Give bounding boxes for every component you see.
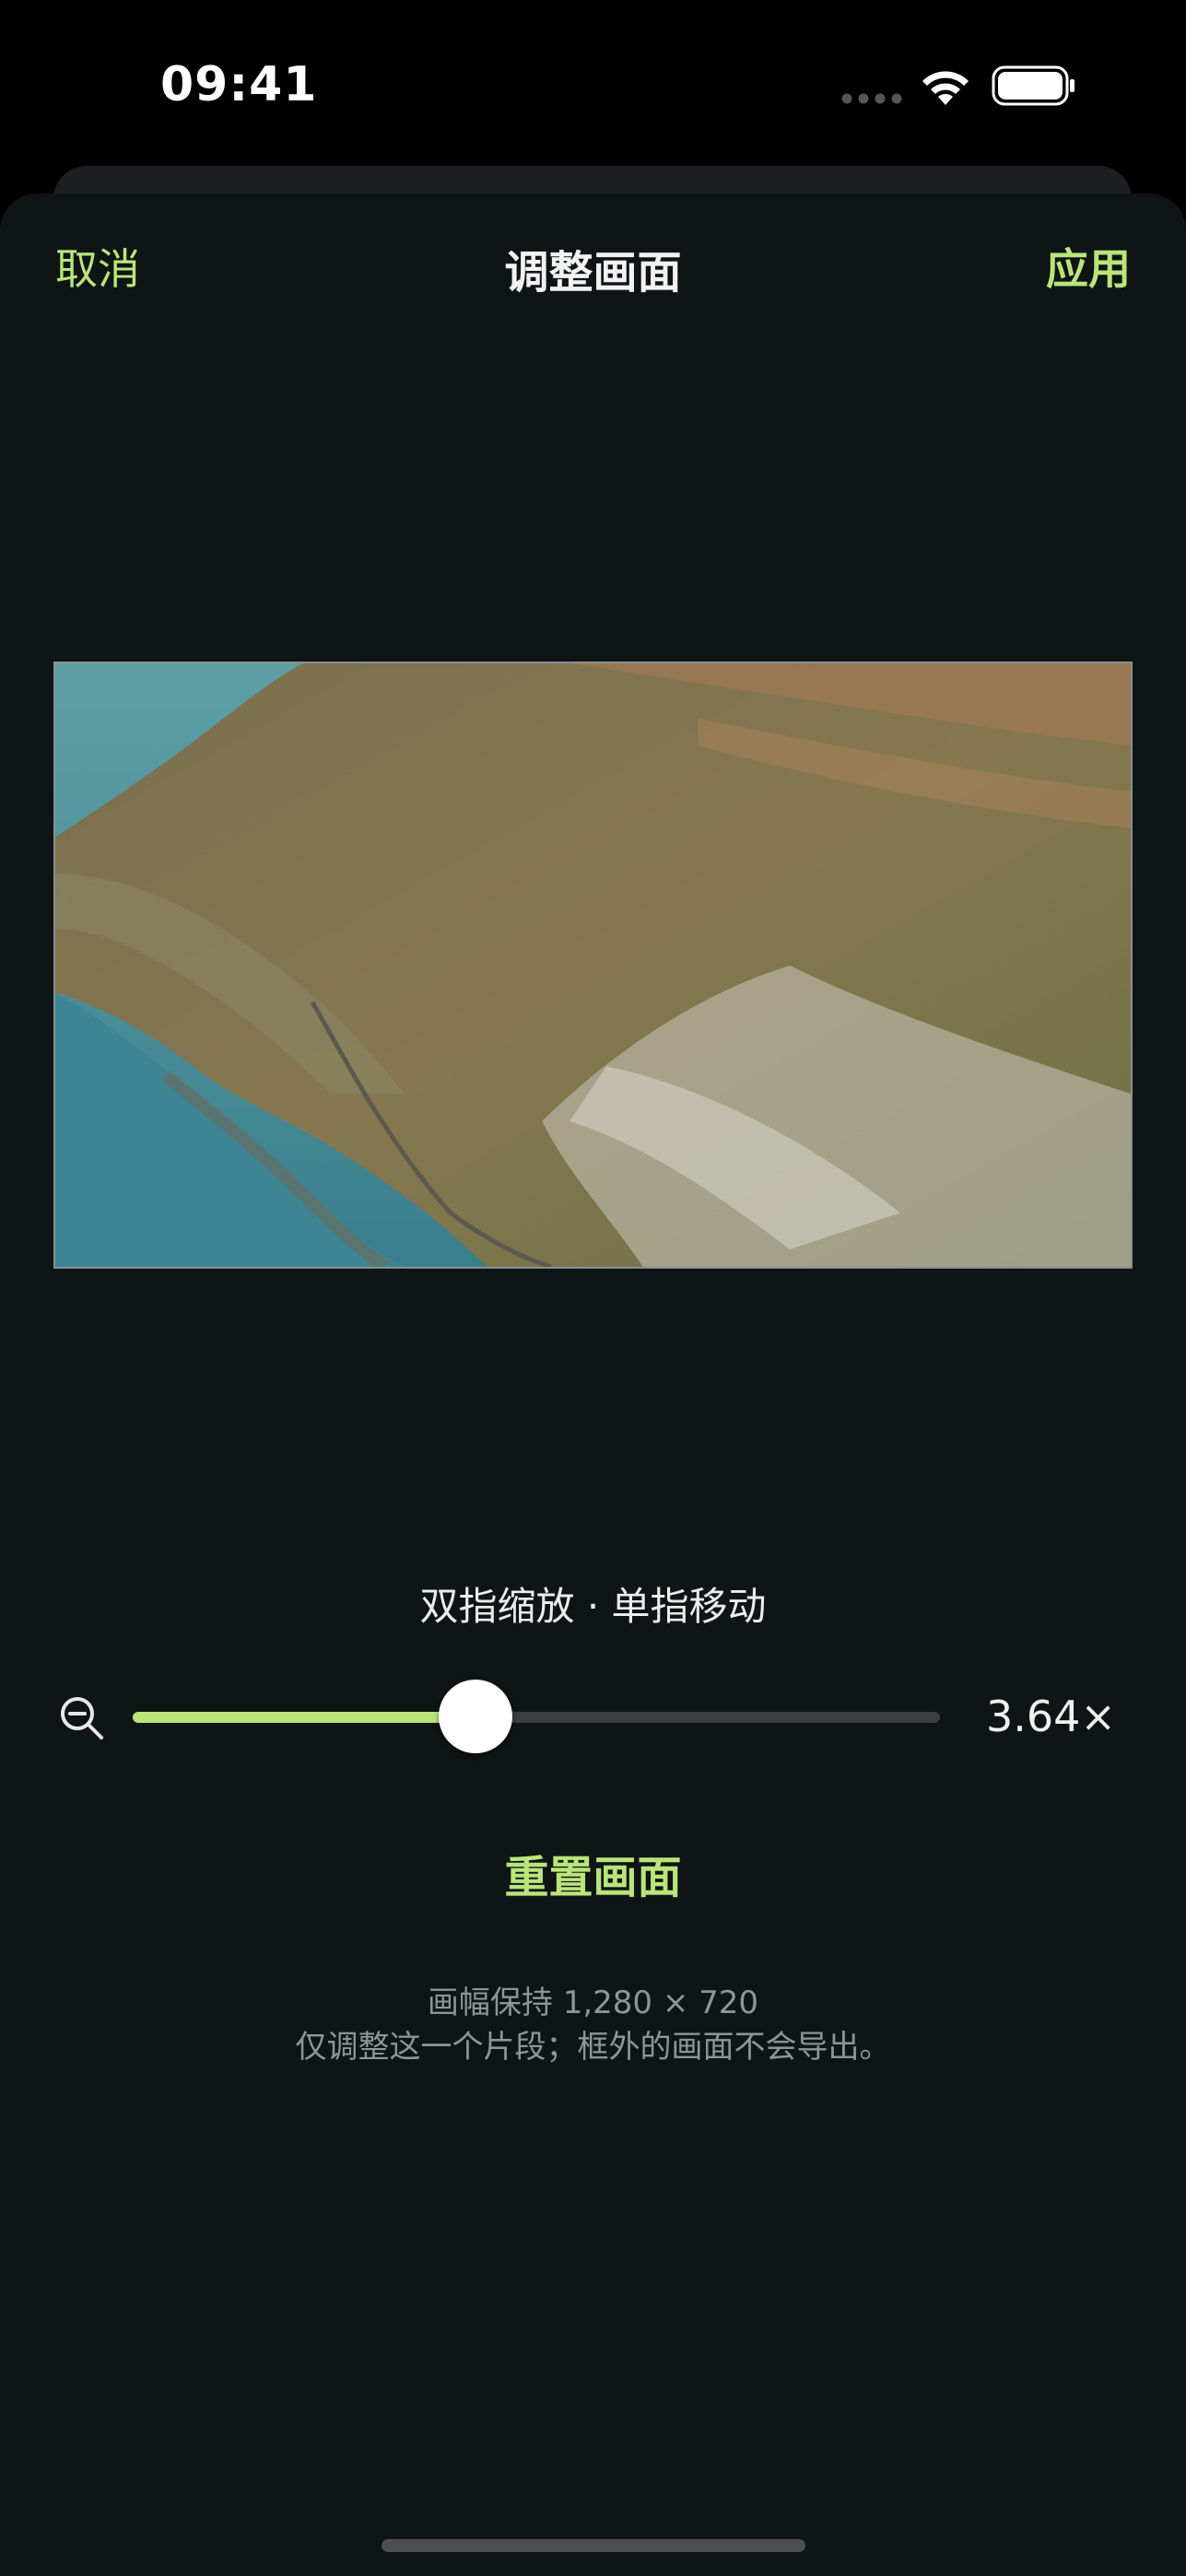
home-indicator: [382, 2539, 805, 2552]
video-preview-frame[interactable]: [53, 662, 1133, 1269]
status-bar: 09:41: [0, 0, 1186, 175]
gesture-hint: 双指缩放 · 单指移动: [419, 1584, 767, 1629]
zoom-slider-fill: [133, 1712, 476, 1723]
zoom-value: 3.64×: [986, 1692, 1116, 1741]
page-title: 调整画面: [504, 247, 682, 299]
coastal-landscape-image: [55, 663, 1131, 1267]
scope-info: 仅调整这一个片段；框外的画面不会导出。: [295, 2029, 891, 2066]
zoom-slider-track[interactable]: [133, 1712, 940, 1723]
cellular-signal-icon: [841, 93, 902, 104]
zoom-out-icon[interactable]: [57, 1693, 105, 1741]
zoom-slider-thumb[interactable]: [439, 1680, 513, 1753]
reset-frame-button[interactable]: 重置画面: [0, 1841, 1186, 1905]
wifi-icon: [922, 71, 969, 105]
apply-button[interactable]: 应用: [1046, 236, 1131, 297]
adjust-frame-sheet: [0, 193, 1186, 2576]
resolution-info: 画幅保持 1,280 × 720: [427, 1985, 759, 2021]
battery-icon: [992, 65, 1074, 106]
status-time: 09:41: [160, 57, 318, 112]
